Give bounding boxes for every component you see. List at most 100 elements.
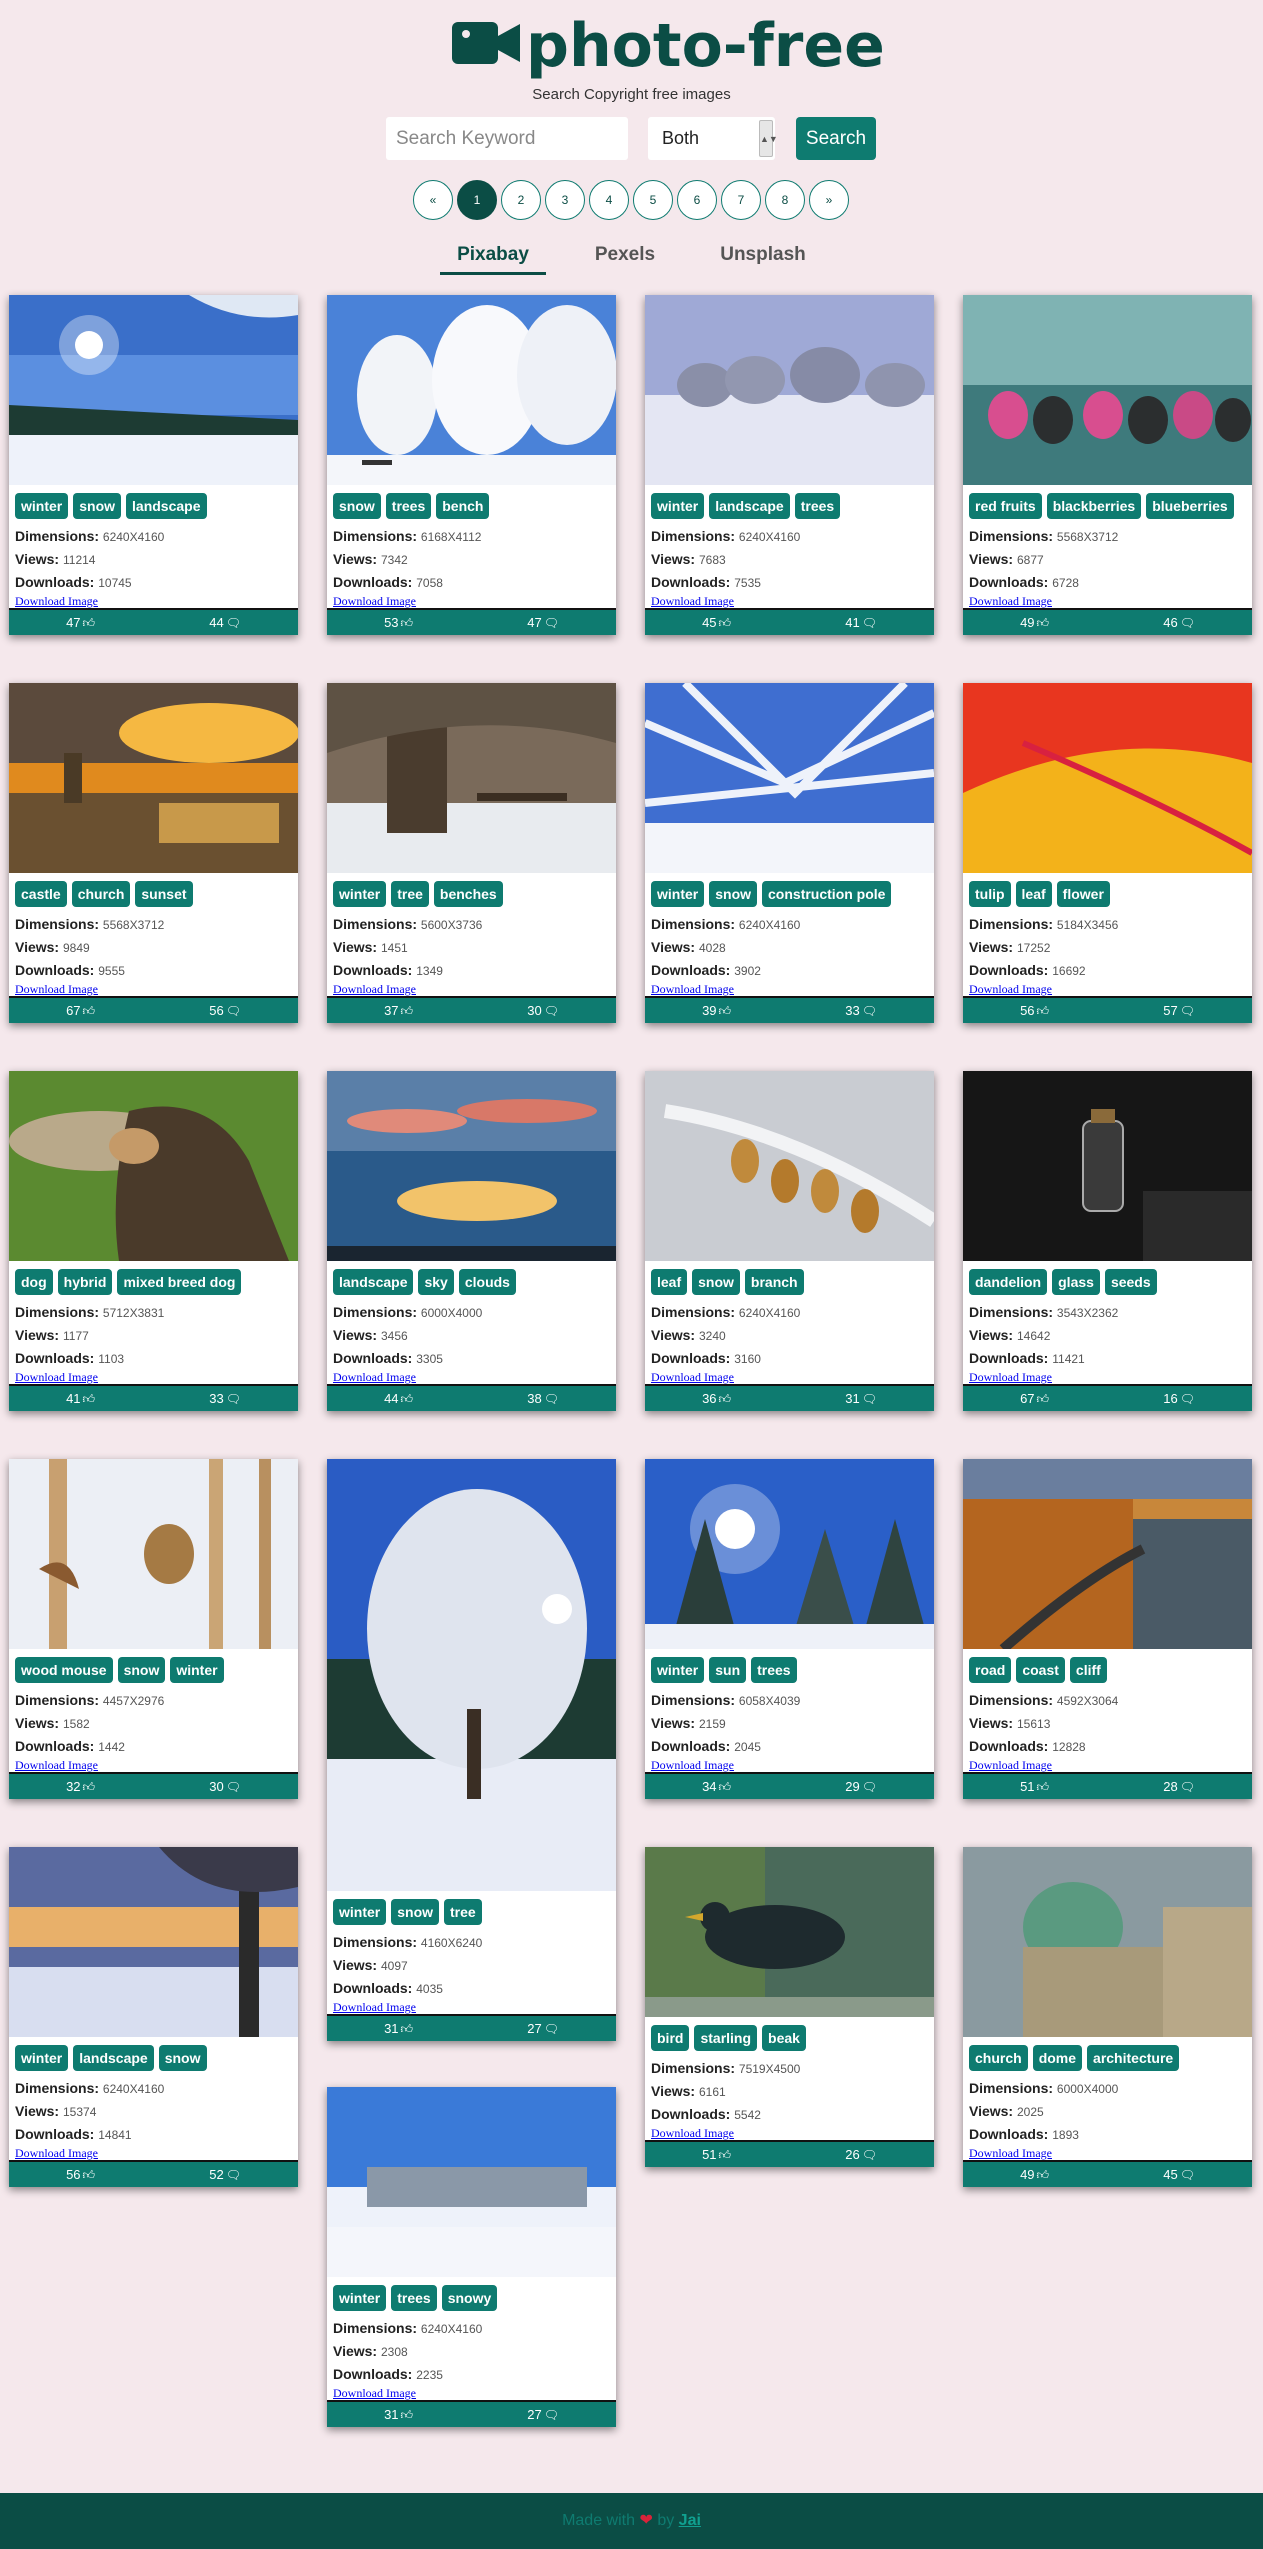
- tag-badge[interactable]: bench: [436, 493, 490, 519]
- tag-badge[interactable]: dandelion: [969, 1269, 1048, 1295]
- tag-badge[interactable]: landscape: [333, 1269, 414, 1295]
- download-image-link[interactable]: Download Image: [645, 982, 934, 996]
- comments-stat[interactable]: 27 🗨︎: [527, 2407, 559, 2422]
- page-button[interactable]: 8: [765, 180, 805, 220]
- tag-badge[interactable]: church: [969, 2045, 1028, 2071]
- likes-stat[interactable]: 56 👍︎: [66, 2167, 95, 2183]
- tab-pexels[interactable]: Pexels: [580, 244, 670, 266]
- tag-badge[interactable]: snow: [709, 881, 758, 907]
- comments-stat[interactable]: 52 🗨︎: [209, 2167, 241, 2182]
- tag-badge[interactable]: snow: [117, 1657, 166, 1683]
- tag-badge[interactable]: benches: [433, 881, 503, 907]
- likes-stat[interactable]: 49 👍︎: [1020, 615, 1049, 631]
- tag-badge[interactable]: coast: [1016, 1657, 1065, 1683]
- page-button[interactable]: 7: [721, 180, 761, 220]
- tag-badge[interactable]: clouds: [458, 1269, 516, 1295]
- tag-badge[interactable]: snow: [692, 1269, 740, 1295]
- tab-unsplash[interactable]: Unsplash: [706, 244, 820, 266]
- tag-badge[interactable]: landscape: [709, 493, 790, 519]
- tag-badge[interactable]: tulip: [969, 881, 1011, 907]
- comments-stat[interactable]: 46 🗨︎: [1163, 615, 1195, 630]
- page-button[interactable]: 5: [633, 180, 673, 220]
- tag-badge[interactable]: mixed breed dog: [117, 1269, 242, 1295]
- photo-thumbnail[interactable]: [645, 1847, 934, 2017]
- tab-pixabay[interactable]: Pixabay: [440, 244, 546, 266]
- photo-thumbnail[interactable]: [327, 1459, 616, 1891]
- comments-stat[interactable]: 30 🗨︎: [209, 1779, 241, 1794]
- tag-badge[interactable]: tree: [444, 1899, 482, 1925]
- photo-thumbnail[interactable]: [9, 295, 298, 485]
- likes-stat[interactable]: 34 👍︎: [702, 1779, 731, 1795]
- likes-stat[interactable]: 51 👍︎: [1020, 1779, 1049, 1795]
- comments-stat[interactable]: 26 🗨︎: [845, 2147, 877, 2162]
- download-image-link[interactable]: Download Image: [645, 594, 934, 608]
- tag-badge[interactable]: landscape: [126, 493, 207, 519]
- tag-badge[interactable]: starling: [694, 2025, 758, 2051]
- likes-stat[interactable]: 31 👍︎: [384, 2407, 413, 2423]
- likes-stat[interactable]: 41 👍︎: [66, 1391, 95, 1407]
- photo-thumbnail[interactable]: [9, 1071, 298, 1261]
- tag-badge[interactable]: trees: [751, 1657, 797, 1683]
- search-input[interactable]: [386, 117, 628, 160]
- page-button[interactable]: 6: [677, 180, 717, 220]
- likes-stat[interactable]: 37 👍︎: [384, 1003, 413, 1019]
- comments-stat[interactable]: 33 🗨︎: [845, 1003, 877, 1018]
- likes-stat[interactable]: 45 👍︎: [702, 615, 731, 631]
- download-image-link[interactable]: Download Image: [963, 2146, 1252, 2160]
- tag-badge[interactable]: winter: [333, 1899, 387, 1925]
- tag-badge[interactable]: seeds: [1104, 1269, 1157, 1295]
- tag-badge[interactable]: winter: [333, 2285, 387, 2311]
- tag-badge[interactable]: snow: [333, 493, 381, 519]
- comments-stat[interactable]: 31 🗨︎: [845, 1391, 877, 1406]
- tag-badge[interactable]: branch: [744, 1269, 804, 1295]
- likes-stat[interactable]: 56 👍︎: [1020, 1003, 1049, 1019]
- comments-stat[interactable]: 30 🗨︎: [527, 1003, 559, 1018]
- comments-stat[interactable]: 57 🗨︎: [1163, 1003, 1195, 1018]
- photo-thumbnail[interactable]: [327, 2087, 616, 2277]
- download-image-link[interactable]: Download Image: [9, 594, 298, 608]
- likes-stat[interactable]: 67 👍︎: [1020, 1391, 1049, 1407]
- tag-badge[interactable]: blueberries: [1146, 493, 1234, 519]
- tag-badge[interactable]: tree: [391, 881, 429, 907]
- download-image-link[interactable]: Download Image: [645, 2126, 934, 2140]
- tag-badge[interactable]: church: [71, 881, 131, 907]
- photo-thumbnail[interactable]: [327, 1071, 616, 1261]
- tag-badge[interactable]: snow: [73, 493, 122, 519]
- tag-badge[interactable]: snow: [391, 1899, 440, 1925]
- tag-badge[interactable]: glass: [1052, 1269, 1100, 1295]
- download-image-link[interactable]: Download Image: [645, 1370, 934, 1384]
- likes-stat[interactable]: 49 👍︎: [1020, 2167, 1049, 2183]
- tag-badge[interactable]: trees: [385, 493, 432, 519]
- tag-badge[interactable]: blackberries: [1046, 493, 1142, 519]
- photo-thumbnail[interactable]: [327, 295, 616, 485]
- likes-stat[interactable]: 39 👍︎: [702, 1003, 731, 1019]
- photo-thumbnail[interactable]: [963, 1459, 1252, 1649]
- comments-stat[interactable]: 44 🗨︎: [209, 615, 241, 630]
- tag-badge[interactable]: landscape: [73, 2045, 154, 2071]
- comments-stat[interactable]: 47 🗨︎: [527, 615, 559, 630]
- tag-badge[interactable]: winter: [651, 881, 705, 907]
- search-button[interactable]: Search: [796, 117, 876, 160]
- tag-badge[interactable]: bird: [651, 2025, 690, 2051]
- page-button[interactable]: 1: [457, 180, 497, 220]
- tag-badge[interactable]: snowy: [441, 2285, 498, 2311]
- tag-badge[interactable]: winter: [651, 493, 705, 519]
- photo-thumbnail[interactable]: [963, 1847, 1252, 2037]
- source-select[interactable]: Both ▲▼: [648, 117, 778, 160]
- likes-stat[interactable]: 44 👍︎: [384, 1391, 413, 1407]
- tag-badge[interactable]: sunset: [135, 881, 193, 907]
- download-image-link[interactable]: Download Image: [963, 1370, 1252, 1384]
- tag-badge[interactable]: trees: [391, 2285, 437, 2311]
- photo-thumbnail[interactable]: [645, 1071, 934, 1261]
- likes-stat[interactable]: 32 👍︎: [66, 1779, 95, 1795]
- download-image-link[interactable]: Download Image: [9, 2146, 298, 2160]
- tag-badge[interactable]: dome: [1032, 2045, 1083, 2071]
- photo-thumbnail[interactable]: [9, 1459, 298, 1649]
- photo-thumbnail[interactable]: [9, 1847, 298, 2037]
- tag-badge[interactable]: leaf: [1015, 881, 1052, 907]
- page-button[interactable]: «: [413, 180, 453, 220]
- tag-badge[interactable]: winter: [15, 2045, 69, 2071]
- likes-stat[interactable]: 47 👍︎: [66, 615, 95, 631]
- tag-badge[interactable]: cliff: [1069, 1657, 1107, 1683]
- photo-thumbnail[interactable]: [645, 1459, 934, 1649]
